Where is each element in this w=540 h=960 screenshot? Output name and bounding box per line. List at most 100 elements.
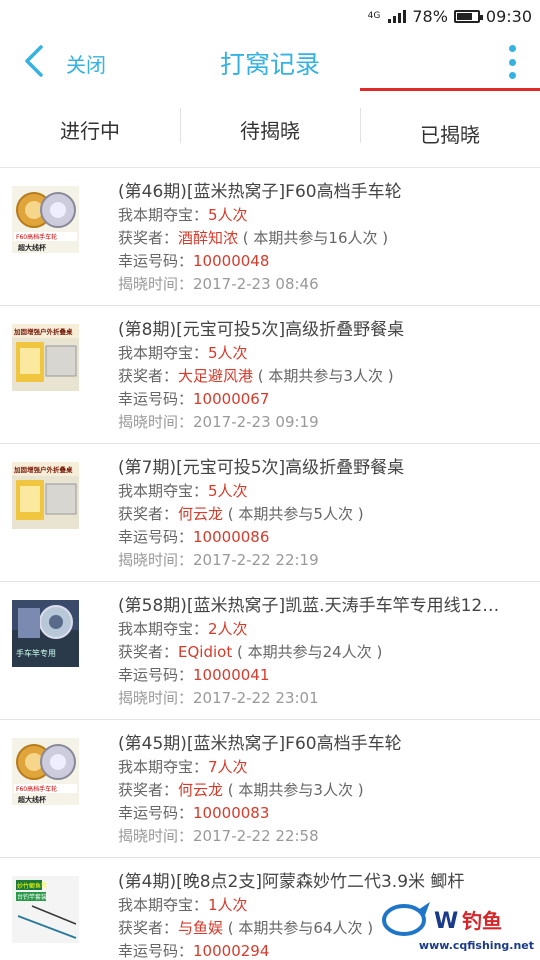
winner-label: 获奖者： <box>118 643 179 661</box>
battery-percent: 78% <box>412 6 448 26</box>
product-thumbnail: 妙竹鲫鱼竿 台钓竿套装 <box>12 876 79 943</box>
tab-revealed[interactable]: 已揭晓 <box>360 92 540 167</box>
winner-name: 大足避风港 <box>178 367 254 385</box>
lucky-code: 10000041 <box>193 666 270 684</box>
winner-label: 获奖者： <box>118 367 179 385</box>
lucky-code: 10000086 <box>193 528 270 546</box>
product-thumbnail: 加固增强户外折叠桌 <box>12 462 79 529</box>
participant-count: ( 本期共参与3人次 ) <box>223 781 364 799</box>
my-bet-count: 7人次 <box>208 758 248 776</box>
clock: 09:30 <box>485 6 532 26</box>
my-bet-label: 我本期夺宝： <box>118 206 209 224</box>
record-item[interactable]: 手车竿专用 (第58期)[蓝米热窝子]凯蓝.天涛手车竿专用线12… 我本期夺宝：… <box>0 582 540 720</box>
winner-name: EQidiot <box>178 643 233 661</box>
signal-icon <box>388 9 407 23</box>
svg-text:W: W <box>434 909 458 934</box>
my-bet-label: 我本期夺宝： <box>118 620 209 638</box>
winner-row: 获奖者：何云龙 ( 本期共参与5人次 ) <box>118 503 530 526</box>
my-bet-row: 我本期夺宝：5人次 <box>118 480 530 503</box>
svg-text:手车竿专用: 手车竿专用 <box>16 648 56 658</box>
lucky-code-label: 幸运号码： <box>118 528 194 546</box>
winner-row: 获奖者：何云龙 ( 本期共参与3人次 ) <box>118 779 530 802</box>
reveal-time-label: 揭晓时间： <box>118 551 194 569</box>
svg-text:钓鱼: 钓鱼 <box>462 909 502 933</box>
lucky-code-row: 幸运号码：10000041 <box>118 664 530 687</box>
lucky-code-label: 幸运号码： <box>118 666 194 684</box>
record-item[interactable]: F60高档手车轮 超大线杯 (第45期)[蓝米热窝子]F60高档手车轮 我本期夺… <box>0 720 540 858</box>
record-item[interactable]: 加固增强户外折叠桌 (第8期)[元宝可投5次]高级折叠野餐桌 我本期夺宝：5人次… <box>0 306 540 444</box>
participant-count: ( 本期共参与16人次 ) <box>238 229 389 247</box>
record-info: (第46期)[蓝米热窝子]F60高档手车轮 我本期夺宝：5人次 获奖者：酒醉知浓… <box>118 180 530 296</box>
winner-name: 何云龙 <box>178 505 224 523</box>
record-list: F60高档手车轮 超大线杯 (第46期)[蓝米热窝子]F60高档手车轮 我本期夺… <box>0 168 540 960</box>
reveal-time-row: 揭晓时间：2017-2-22 22:58 <box>118 825 530 848</box>
product-title: (第7期)[元宝可投5次]高级折叠野餐桌 <box>118 458 405 478</box>
reveal-time-label: 揭晓时间： <box>118 827 194 845</box>
product-title: (第8期)[元宝可投5次]高级折叠野餐桌 <box>118 320 405 340</box>
winner-name: 与鱼娱 <box>178 919 224 937</box>
tab-bar: 进行中 待揭晓 已揭晓 <box>0 92 540 168</box>
reveal-time: 2017-2-22 22:58 <box>193 827 319 845</box>
my-bet-label: 我本期夺宝： <box>118 482 209 500</box>
reveal-time: 2017-2-22 22:19 <box>193 551 319 569</box>
watermark-url: www.cqfishing.net <box>418 939 534 952</box>
my-bet-row: 我本期夺宝：2人次 <box>118 618 530 641</box>
product-thumbnail: 加固增强户外折叠桌 <box>12 324 79 391</box>
winner-label: 获奖者： <box>118 229 179 247</box>
record-info: (第45期)[蓝米热窝子]F60高档手车轮 我本期夺宝：7人次 获奖者：何云龙 … <box>118 732 530 848</box>
my-bet-count: 2人次 <box>208 620 248 638</box>
svg-text:F60高档手车轮: F60高档手车轮 <box>16 233 57 241</box>
page-title: 打窝记录 <box>219 50 320 79</box>
winner-name: 何云龙 <box>178 781 224 799</box>
participant-count: ( 本期共参与24人次 ) <box>232 643 383 661</box>
more-options-button[interactable] <box>502 42 522 82</box>
winner-label: 获奖者： <box>118 919 179 937</box>
product-title: (第46期)[蓝米热窝子]F60高档手车轮 <box>118 182 402 202</box>
nav-bar: 关闭 打窝记录 <box>0 32 540 90</box>
record-item[interactable]: F60高档手车轮 超大线杯 (第46期)[蓝米热窝子]F60高档手车轮 我本期夺… <box>0 168 540 306</box>
product-thumbnail: F60高档手车轮 超大线杯 <box>12 738 79 805</box>
network-type: 4G <box>367 11 381 21</box>
product-title: (第45期)[蓝米热窝子]F60高档手车轮 <box>118 734 402 754</box>
winner-row: 获奖者：EQidiot ( 本期共参与24人次 ) <box>118 641 530 664</box>
lucky-code-row: 幸运号码：10000067 <box>118 388 530 411</box>
participant-count: ( 本期共参与5人次 ) <box>223 505 364 523</box>
svg-text:超大线杯: 超大线杯 <box>18 795 47 804</box>
reveal-time-row: 揭晓时间：2017-2-22 22:19 <box>118 549 530 572</box>
more-icon <box>508 45 516 52</box>
svg-text:加固增强户外折叠桌: 加固增强户外折叠桌 <box>13 465 73 474</box>
winner-row: 获奖者：大足避风港 ( 本期共参与3人次 ) <box>118 365 530 388</box>
lucky-code: 10000067 <box>193 390 270 408</box>
winner-row: 获奖者：酒醉知浓 ( 本期共参与16人次 ) <box>118 227 530 250</box>
reveal-time-label: 揭晓时间： <box>118 413 194 431</box>
svg-text:妙竹鲫鱼竿: 妙竹鲫鱼竿 <box>17 882 47 890</box>
product-thumbnail: 手车竿专用 <box>12 600 79 667</box>
lucky-code-row: 幸运号码：10000086 <box>118 526 530 549</box>
tab-in-progress[interactable]: 进行中 <box>0 92 180 167</box>
reveal-time-label: 揭晓时间： <box>118 275 194 293</box>
my-bet-label: 我本期夺宝： <box>118 344 209 362</box>
winner-label: 获奖者： <box>118 781 179 799</box>
svg-text:台钓竿套装: 台钓竿套装 <box>17 893 47 901</box>
lucky-code-label: 幸运号码： <box>118 804 194 822</box>
reveal-time-label: 揭晓时间： <box>118 689 194 707</box>
my-bet-row: 我本期夺宝：5人次 <box>118 342 530 365</box>
lucky-code-label: 幸运号码： <box>118 252 194 270</box>
product-thumbnail: F60高档手车轮 超大线杯 <box>12 186 79 253</box>
status-bar: 4G 78% 09:30 <box>0 0 540 32</box>
product-title: (第4期)[晚8点2支]阿蒙森妙竹二代3.9米 鲫杆 <box>118 872 465 892</box>
svg-text:超大线杯: 超大线杯 <box>18 243 47 252</box>
my-bet-label: 我本期夺宝： <box>118 758 209 776</box>
lucky-code-label: 幸运号码： <box>118 942 194 960</box>
my-bet-count: 5人次 <box>208 344 248 362</box>
reveal-time: 2017-2-23 09:19 <box>193 413 319 431</box>
my-bet-count: 5人次 <box>208 482 248 500</box>
reveal-time-row: 揭晓时间：2017-2-23 09:19 <box>118 411 530 434</box>
tab-pending[interactable]: 待揭晓 <box>180 92 360 167</box>
my-bet-row: 我本期夺宝：5人次 <box>118 204 530 227</box>
reveal-time: 2017-2-22 23:01 <box>193 689 319 707</box>
record-info: (第7期)[元宝可投5次]高级折叠野餐桌 我本期夺宝：5人次 获奖者：何云龙 (… <box>118 456 530 572</box>
lucky-code: 10000048 <box>193 252 270 270</box>
record-item[interactable]: 加固增强户外折叠桌 (第7期)[元宝可投5次]高级折叠野餐桌 我本期夺宝：5人次… <box>0 444 540 582</box>
reveal-time-row: 揭晓时间：2017-2-22 23:01 <box>118 687 530 710</box>
